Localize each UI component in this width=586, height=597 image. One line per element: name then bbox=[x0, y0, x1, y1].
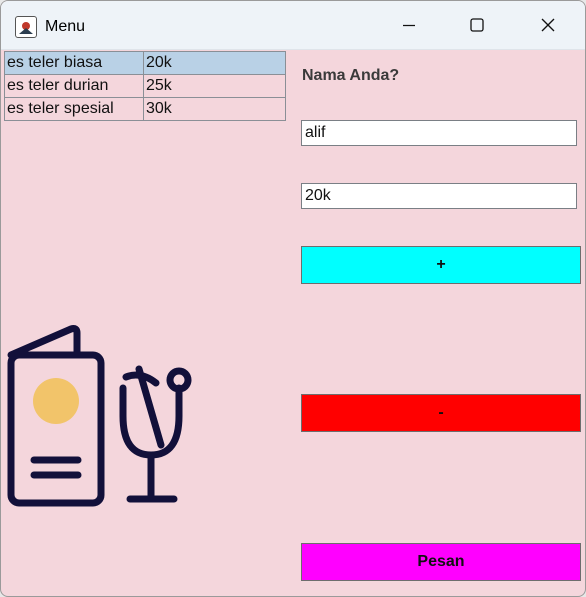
minus-button[interactable]: - bbox=[301, 394, 581, 432]
menu-card-icon bbox=[7, 325, 105, 507]
close-icon bbox=[541, 18, 555, 32]
item-cell[interactable]: es teler durian bbox=[4, 74, 144, 98]
title-bar[interactable]: Menu bbox=[1, 1, 585, 50]
window-title: Menu bbox=[45, 18, 86, 35]
item-cell[interactable]: es teler spesial bbox=[4, 97, 144, 121]
drink-glass-icon bbox=[119, 365, 192, 503]
app-window: Menu es teler biasa 20k es teler durian … bbox=[0, 0, 586, 597]
menu-table[interactable]: es teler biasa 20k es teler durian 25k e… bbox=[4, 51, 286, 121]
menu-illustration bbox=[7, 325, 192, 507]
price-cell[interactable]: 20k bbox=[143, 51, 286, 75]
table-row[interactable]: es teler biasa 20k bbox=[4, 51, 286, 75]
table-row[interactable]: es teler spesial 30k bbox=[4, 97, 286, 121]
java-app-icon bbox=[15, 16, 37, 38]
price-cell[interactable]: 25k bbox=[143, 74, 286, 98]
name-label: Nama Anda? bbox=[302, 67, 400, 84]
content-pane: es teler biasa 20k es teler durian 25k e… bbox=[1, 49, 585, 596]
close-button[interactable] bbox=[516, 1, 580, 49]
price-cell[interactable]: 30k bbox=[143, 97, 286, 121]
name-input[interactable] bbox=[301, 120, 577, 146]
plus-button[interactable]: + bbox=[301, 246, 581, 284]
maximize-button[interactable] bbox=[445, 1, 509, 49]
item-cell[interactable]: es teler biasa bbox=[4, 51, 144, 75]
table-row[interactable]: es teler durian 25k bbox=[4, 74, 286, 98]
minimize-button[interactable] bbox=[377, 1, 441, 49]
minimize-icon bbox=[403, 24, 415, 27]
price-field[interactable] bbox=[301, 183, 577, 209]
maximize-icon bbox=[470, 18, 484, 32]
order-button[interactable]: Pesan bbox=[301, 543, 581, 581]
